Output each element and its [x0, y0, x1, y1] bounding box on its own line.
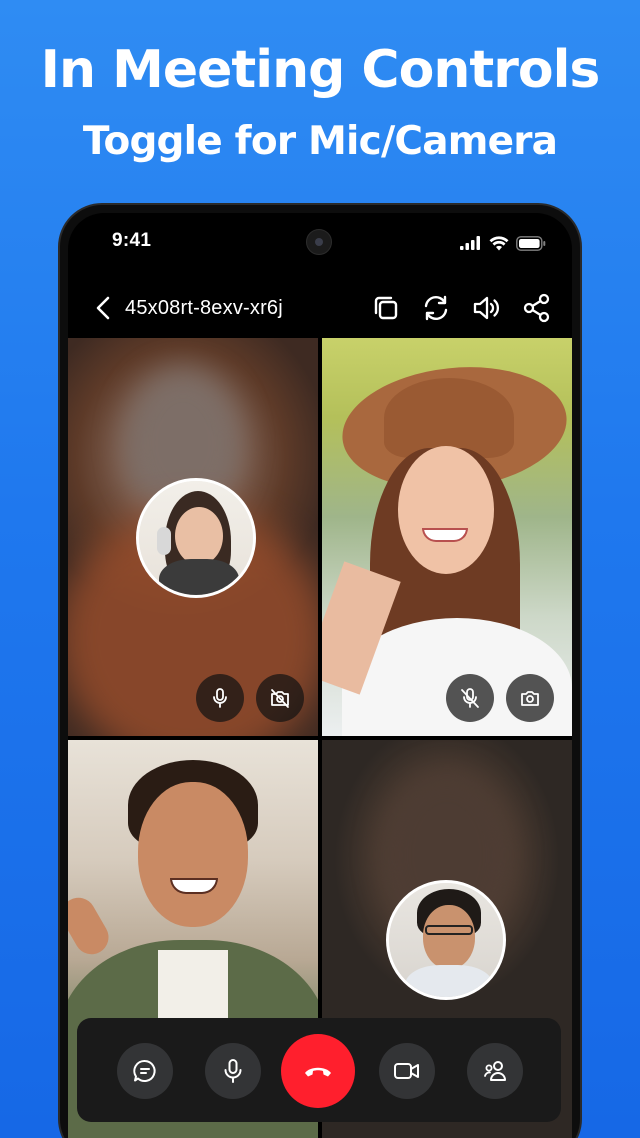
camera-on-button[interactable] [506, 674, 554, 722]
speaker-icon[interactable] [470, 292, 502, 324]
mic-on-button[interactable] [196, 674, 244, 722]
promo-subheadline: Toggle for Mic/Camera [82, 119, 558, 164]
participants-button[interactable] [467, 1043, 523, 1099]
front-camera [306, 229, 332, 255]
participants-icon [484, 1061, 506, 1081]
copy-icon[interactable] [370, 292, 402, 324]
participant-avatar [136, 478, 256, 598]
meeting-id: 45x08rt-8exv-xr6j [125, 297, 283, 319]
camera-icon [521, 691, 539, 706]
app-screenshot: { "promo": { "headline": "In Meeting Con… [0, 0, 640, 1138]
end-call-button[interactable] [281, 1034, 355, 1108]
meeting-header: 45x08rt-8exv-xr6j [68, 280, 572, 336]
face [138, 782, 248, 927]
signal-icon [460, 236, 480, 250]
end-call-icon [305, 1067, 331, 1077]
wifi-icon [489, 235, 509, 250]
mic-off-icon [461, 688, 479, 708]
video-toggle-button[interactable] [379, 1043, 435, 1099]
promo-headline: In Meeting Controls [40, 40, 601, 100]
mic-icon [213, 688, 227, 708]
chat-button[interactable] [117, 1043, 173, 1099]
battery-icon [516, 235, 546, 251]
tshirt [158, 950, 228, 1020]
mic-toggle-button[interactable] [205, 1043, 261, 1099]
back-icon[interactable] [92, 294, 116, 322]
camera-off-button[interactable] [256, 674, 304, 722]
face [398, 446, 494, 574]
smile [422, 528, 468, 542]
participant-avatar [386, 880, 506, 1000]
hand [68, 891, 115, 961]
mic-icon [224, 1059, 242, 1083]
share-icon[interactable] [521, 292, 553, 324]
status-icons [460, 234, 546, 252]
switch-camera-icon[interactable] [420, 292, 452, 324]
status-time: 9:41 [112, 230, 152, 251]
camera-off-icon [271, 689, 289, 708]
chat-icon [133, 1060, 156, 1082]
video-icon [394, 1063, 419, 1079]
mic-muted-button[interactable] [446, 674, 494, 722]
